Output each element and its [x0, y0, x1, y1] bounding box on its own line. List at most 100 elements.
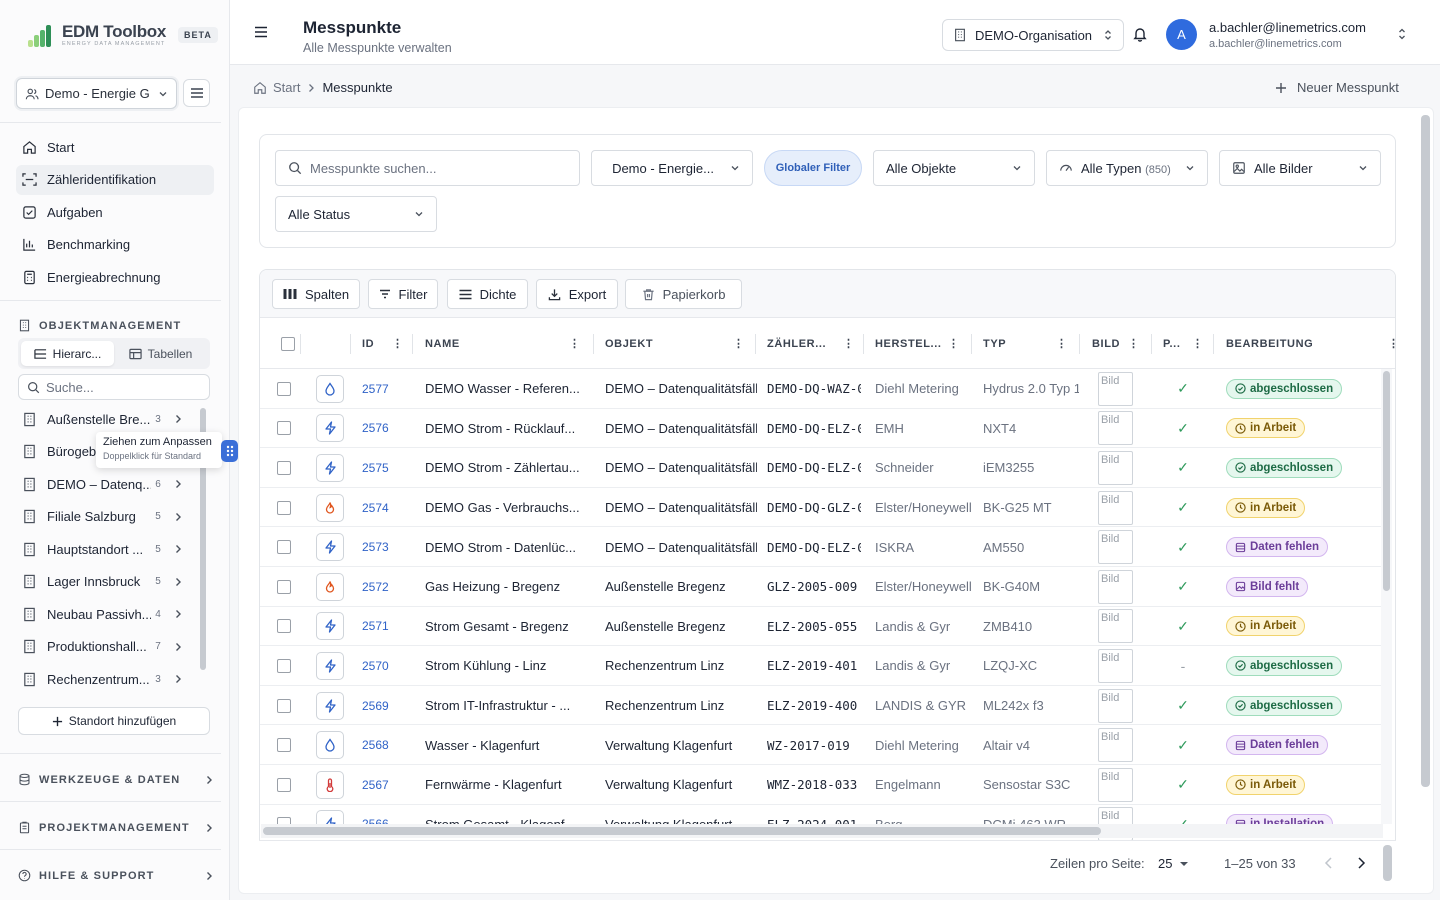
export-button[interactable]: Export	[536, 279, 618, 309]
row-id-link[interactable]: 2567	[362, 765, 410, 805]
row-bearbeitung[interactable]: in Arbeit	[1226, 409, 1386, 449]
chevron-right-icon[interactable]	[173, 544, 183, 554]
table-row[interactable]: 2574 DEMO Gas - Verbrauchs... DEMO – Dat…	[260, 488, 1384, 528]
breadcrumb-start[interactable]: Start	[273, 80, 300, 95]
row-checkbox[interactable]	[277, 765, 291, 805]
row-checkbox[interactable]	[277, 409, 291, 449]
objects-filter-select[interactable]: Alle Objekte	[873, 150, 1035, 186]
tree-item[interactable]: Hauptstandort ... 5	[22, 533, 194, 566]
column-menu-icon[interactable]: ⋮	[392, 337, 404, 350]
row-checkbox[interactable]	[277, 369, 291, 409]
row-bild[interactable]: Bild	[1098, 488, 1138, 528]
org-selector[interactable]: Demo - Energie G	[16, 78, 177, 109]
column-header-zaehler[interactable]: ZÄHLER... ⋮	[767, 318, 867, 369]
chevron-right-icon[interactable]	[173, 674, 183, 684]
density-button[interactable]: Dichte	[447, 279, 528, 309]
sidebar-search-input[interactable]: Suche...	[18, 374, 210, 400]
avatar[interactable]: A	[1166, 19, 1197, 50]
section-werkzeuge[interactable]: WERKZEUGE & DATEN	[18, 773, 212, 786]
chevron-updown-icon[interactable]	[1397, 27, 1407, 41]
tree-item[interactable]: Filiale Salzburg 5	[22, 501, 194, 534]
chevron-right-icon[interactable]	[173, 512, 183, 522]
global-filter-button[interactable]: Globaler Filter	[764, 150, 862, 186]
row-id-link[interactable]: 2568	[362, 725, 410, 765]
row-id-link[interactable]: 2573	[362, 527, 410, 567]
table-row[interactable]: 2575 DEMO Strom - Zählertau... DEMO – Da…	[260, 448, 1384, 488]
select-all-checkbox[interactable]	[281, 318, 295, 369]
section-hilfe[interactable]: HILFE & SUPPORT	[18, 869, 212, 882]
row-id-link[interactable]: 2576	[362, 409, 410, 449]
row-id-link[interactable]: 2575	[362, 448, 410, 488]
row-bearbeitung[interactable]: in Arbeit	[1226, 488, 1386, 528]
search-input[interactable]: Messpunkte suchen...	[275, 150, 580, 186]
rows-per-page-select[interactable]: 25	[1158, 856, 1189, 871]
row-checkbox[interactable]	[277, 567, 291, 607]
section-projektmanagement[interactable]: PROJEKTMANAGEMENT	[18, 821, 212, 834]
brand-logo[interactable]: EDM Toolbox ENERGY DATA MANAGEMENT BETA	[28, 20, 218, 50]
row-bild[interactable]: Bild	[1098, 686, 1138, 726]
hamburger-icon[interactable]	[254, 26, 268, 38]
images-filter-select[interactable]: Alle Bilder	[1219, 150, 1381, 186]
new-messpunkt-button[interactable]: Neuer Messpunkt	[1275, 80, 1399, 95]
row-checkbox[interactable]	[277, 527, 291, 567]
column-header-p[interactable]: P... ⋮	[1163, 318, 1213, 369]
nav-item-start[interactable]: Start	[16, 132, 214, 162]
row-checkbox[interactable]	[277, 488, 291, 528]
table-row[interactable]: 2567 Fernwärme - Klagenfurt Verwaltung K…	[260, 765, 1384, 805]
chevron-right-icon[interactable]	[173, 414, 183, 424]
row-bild[interactable]: Bild	[1098, 646, 1138, 686]
column-header-bild[interactable]: BILD ⋮	[1092, 318, 1142, 369]
table-row[interactable]: 2577 DEMO Wasser - Referen... DEMO – Dat…	[260, 369, 1384, 409]
chevron-right-icon[interactable]	[173, 609, 183, 619]
column-menu-icon[interactable]: ⋮	[948, 337, 960, 350]
chevron-right-icon[interactable]	[1355, 856, 1367, 870]
column-menu-icon[interactable]: ⋮	[569, 337, 581, 350]
row-bild[interactable]: Bild	[1098, 765, 1138, 805]
nav-item-aufgaben[interactable]: Aufgaben	[16, 197, 214, 227]
column-menu-icon[interactable]: ⋮	[1192, 337, 1204, 350]
tab-tabellen[interactable]: Tabellen	[114, 341, 207, 366]
table-row[interactable]: 2576 DEMO Strom - Rücklauf... DEMO – Dat…	[260, 409, 1384, 449]
tree-item[interactable]: Neubau Passivh... 4	[22, 598, 194, 631]
sidebar-resize-handle[interactable]	[221, 440, 238, 462]
row-bearbeitung[interactable]: abgeschlossen	[1226, 646, 1386, 686]
row-bearbeitung[interactable]: abgeschlossen	[1226, 448, 1386, 488]
table-row[interactable]: 2570 Strom Kühlung - Linz Rechenzentrum …	[260, 646, 1384, 686]
sidebar-menu-button[interactable]	[183, 79, 210, 107]
row-checkbox[interactable]	[277, 725, 291, 765]
nav-item-zaehleridentifikation[interactable]: Zähleridentifikation	[16, 164, 214, 195]
row-bild[interactable]: Bild	[1098, 567, 1138, 607]
column-menu-icon[interactable]: ⋮	[1128, 337, 1140, 350]
row-checkbox[interactable]	[277, 686, 291, 726]
row-checkbox[interactable]	[277, 607, 291, 647]
row-bild[interactable]: Bild	[1098, 409, 1138, 449]
row-bild[interactable]: Bild	[1098, 725, 1138, 765]
column-header-name[interactable]: NAME ⋮	[425, 318, 605, 369]
main-scrollbar[interactable]	[1421, 115, 1430, 787]
tree-item[interactable]: Rechenzentrum... 3	[22, 663, 194, 696]
row-id-link[interactable]: 2574	[362, 488, 410, 528]
trash-button[interactable]: Papierkorb	[625, 279, 742, 309]
column-header-objekt[interactable]: OBJEKT ⋮	[605, 318, 767, 369]
column-menu-icon[interactable]: ⋮	[733, 337, 745, 350]
filter-button[interactable]: Filter	[368, 279, 438, 309]
row-id-link[interactable]: 2570	[362, 646, 410, 686]
chevron-right-icon[interactable]	[173, 479, 183, 489]
column-menu-icon[interactable]: ⋮	[1056, 337, 1068, 350]
column-header-hersteller[interactable]: HERSTEL... ⋮	[875, 318, 975, 369]
column-header-bearbeitung[interactable]: BEARBEITUNG⋮	[1226, 318, 1395, 369]
chevron-right-icon[interactable]	[173, 642, 183, 652]
column-header-id[interactable]: ID ⋮	[362, 318, 412, 369]
table-row[interactable]: 2572 Gas Heizung - Bregenz Außenstelle B…	[260, 567, 1384, 607]
add-location-button[interactable]: Standort hinzufügen	[18, 707, 210, 735]
table-hscrollbar[interactable]	[263, 827, 1101, 835]
row-bearbeitung[interactable]: abgeschlossen	[1226, 369, 1386, 409]
chevron-left-icon[interactable]	[1323, 856, 1335, 870]
row-bearbeitung[interactable]: Bild fehlt	[1226, 567, 1386, 607]
row-id-link[interactable]: 2572	[362, 567, 410, 607]
row-bearbeitung[interactable]: Daten fehlen	[1226, 725, 1386, 765]
column-menu-icon[interactable]: ⋮	[843, 337, 855, 350]
table-row[interactable]: 2569 Strom IT-Infrastruktur - ... Rechen…	[260, 686, 1384, 726]
tree-item[interactable]: DEMO – Datenq... 6	[22, 468, 194, 501]
row-checkbox[interactable]	[277, 448, 291, 488]
